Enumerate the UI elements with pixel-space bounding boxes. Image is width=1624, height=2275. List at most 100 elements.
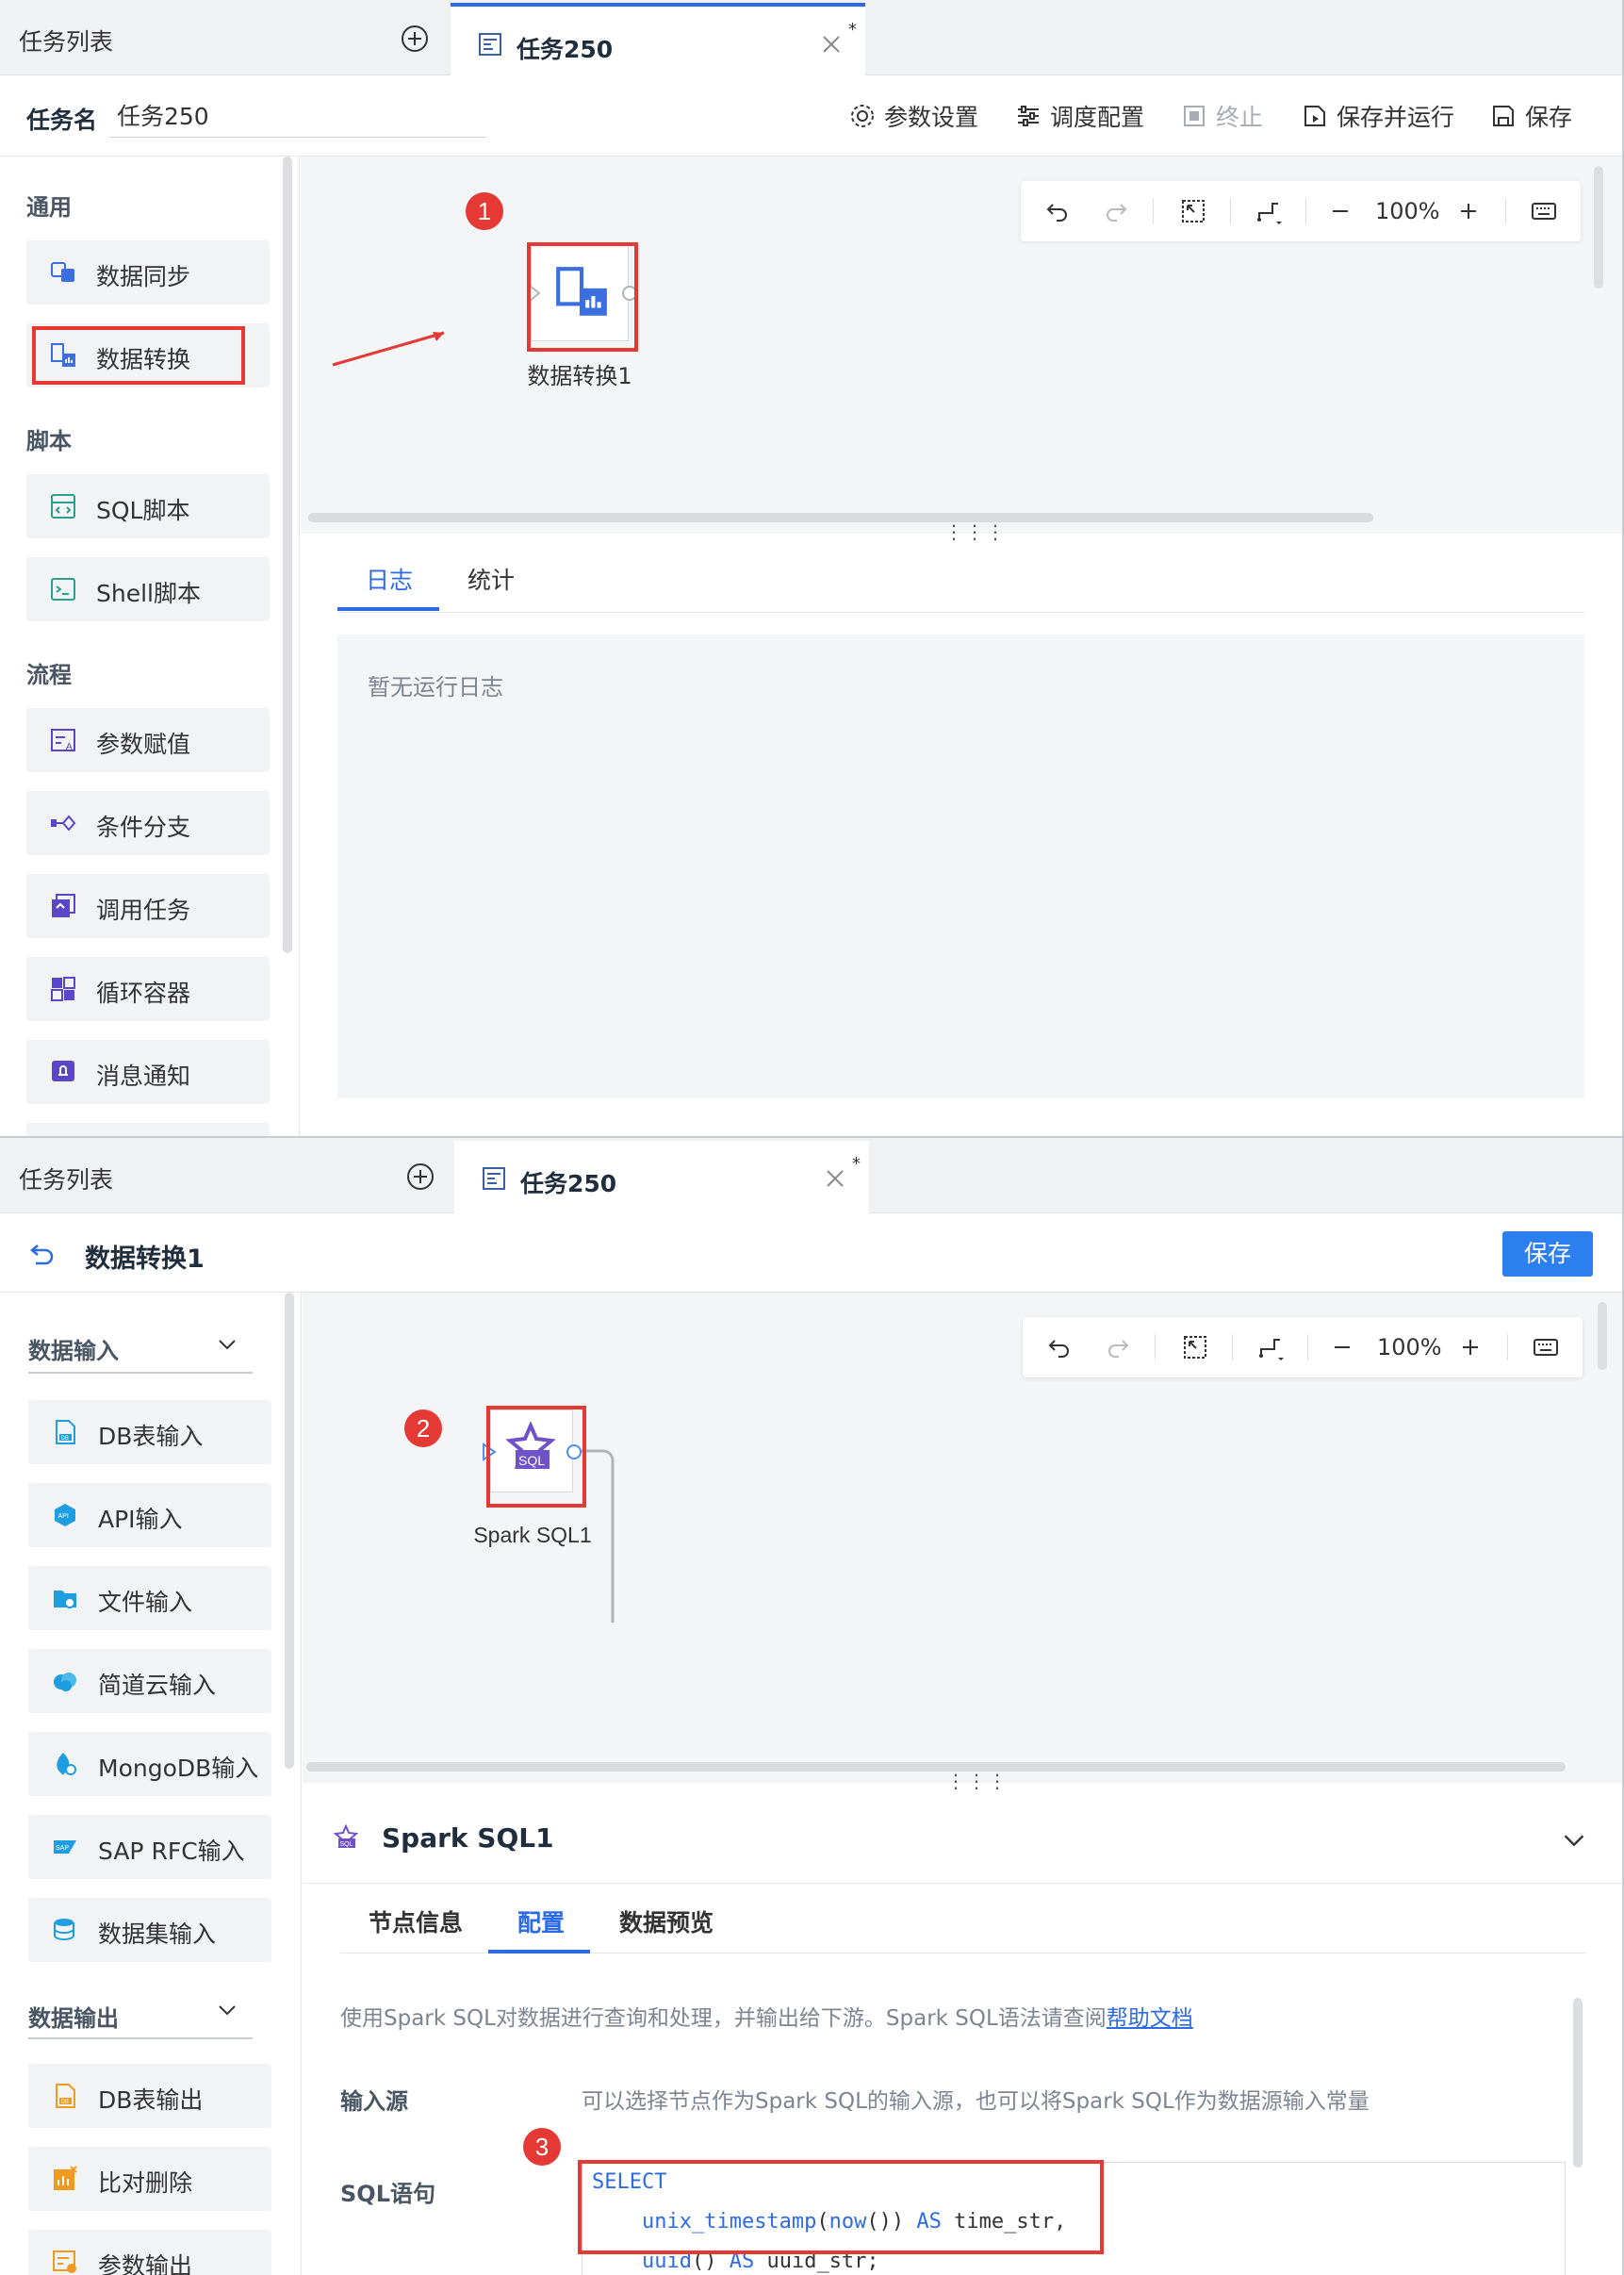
palette-item-param-assign[interactable]: A 参数赋值 — [26, 708, 270, 772]
palette-item-call-task[interactable]: 调用任务 — [26, 874, 270, 938]
chevron-down-icon[interactable] — [217, 2000, 238, 2020]
palette-item-jiandao-input[interactable]: 简道云输入 — [28, 1649, 271, 1713]
close-icon[interactable] — [820, 33, 843, 56]
node-label: Spark SQL1 — [473, 1523, 592, 1547]
schedule-config-button[interactable]: 调度配置 — [1014, 100, 1144, 132]
palette-item-data-sync[interactable]: 数据同步 — [26, 240, 270, 305]
save-button[interactable]: 保存 — [1489, 100, 1572, 132]
active-tab-indicator — [488, 1950, 590, 1954]
tab-strip: 任务列表 任务250 * — [0, 1138, 1622, 1214]
active-tab-indicator — [337, 607, 439, 611]
mongodb-icon — [57, 1753, 76, 1775]
canvas-vscrollbar[interactable] — [1598, 1302, 1607, 1370]
flow-canvas[interactable]: 100% 1 数据转换1 — [301, 157, 1622, 534]
resize-grip[interactable]: ⋮⋮⋮ — [944, 520, 1007, 543]
palette-item-data-transform[interactable]: 数据转换 — [26, 323, 270, 387]
redo-icon[interactable] — [1102, 197, 1130, 225]
canvas-hscrollbar[interactable] — [306, 1762, 1566, 1772]
tab-config[interactable]: 配置 — [517, 1904, 565, 1938]
zoom-out-icon[interactable] — [1328, 1333, 1356, 1361]
sql-label: SQL语句 — [340, 2181, 435, 2207]
chevron-down-icon[interactable] — [217, 1334, 238, 1355]
task-list-label[interactable]: 任务列表 — [19, 1162, 113, 1195]
task-list-label[interactable]: 任务列表 — [19, 24, 113, 58]
chevron-down-icon[interactable] — [1562, 1828, 1586, 1853]
undo-icon[interactable] — [1045, 1333, 1074, 1361]
task-toolbar: 任务名 参数设置 调度配置 终止 保存并运行 保存 — [0, 75, 1622, 157]
back-icon[interactable] — [28, 1240, 57, 1268]
save-button[interactable]: 保存 — [1502, 1231, 1593, 1277]
palette-item-loop-container[interactable]: 循环容器 — [26, 957, 270, 1021]
input-port-icon — [529, 284, 541, 303]
data-transform-icon — [556, 267, 607, 316]
palette-item-param-output[interactable]: 参数输出 — [28, 2230, 271, 2275]
connector-style-icon[interactable] — [1255, 197, 1283, 225]
palette-scrollbar[interactable] — [285, 1293, 294, 1769]
palette-item-api-input[interactable]: API API输入 — [28, 1483, 271, 1547]
palette-item-mongodb-input[interactable]: MongoDB输入 — [28, 1732, 271, 1796]
canvas-hscrollbar[interactable] — [308, 513, 1373, 522]
save-and-run-button[interactable]: 保存并运行 — [1301, 100, 1454, 132]
palette-item-sap-input[interactable]: SAP SAP RFC输入 — [28, 1815, 271, 1879]
palette-item-db-input[interactable]: DB DB表输入 — [28, 1400, 271, 1464]
palette-item-db-output[interactable]: DB DB表输出 — [28, 2064, 271, 2128]
empty-log-text: 暂无运行日志 — [368, 674, 503, 701]
tab-log[interactable]: 日志 — [366, 562, 413, 596]
add-tab-icon[interactable] — [400, 24, 430, 54]
operator-palette: 数据输入 DB DB表输入 API API输入 文件输入 简道云输入 Mongo… — [0, 1293, 302, 2275]
keyboard-icon[interactable] — [1530, 197, 1558, 225]
section-input[interactable]: 数据输入 — [28, 1332, 119, 1365]
editor-header: 数据转换1 保存 — [0, 1213, 1622, 1293]
tab-node-info[interactable]: 节点信息 — [369, 1904, 463, 1938]
spark-sql-node[interactable]: SQL — [483, 1410, 582, 1492]
palette-item-compare-delete[interactable]: 比对删除 — [28, 2147, 271, 2211]
undo-icon[interactable] — [1043, 197, 1072, 225]
redo-icon[interactable] — [1104, 1333, 1132, 1361]
param-settings-button[interactable]: 参数设置 — [848, 100, 978, 132]
tab-data-preview[interactable]: 数据预览 — [619, 1904, 714, 1938]
zoom-in-icon[interactable] — [1456, 1333, 1485, 1361]
resize-grip[interactable]: ⋮⋮⋮ — [946, 1770, 1009, 1792]
palette-item-file-input[interactable]: 文件输入 — [28, 1566, 271, 1630]
connector-style-icon[interactable] — [1256, 1333, 1285, 1361]
palette-item-cond-branch[interactable]: 条件分支 — [26, 791, 270, 855]
palette-item-msg-notify[interactable]: 消息通知 — [26, 1040, 270, 1104]
close-icon[interactable] — [824, 1167, 846, 1190]
keyboard-icon[interactable] — [1532, 1333, 1560, 1361]
zoom-out-icon[interactable] — [1326, 197, 1354, 225]
task-name-input[interactable] — [109, 92, 486, 138]
pointer-arrow — [332, 331, 445, 367]
sap-icon: SAP — [54, 1840, 76, 1854]
sql-editor[interactable]: SELECT unix_timestamp(now()) AS time_str… — [582, 2162, 1566, 2275]
palette-scrollbar[interactable] — [283, 157, 292, 953]
add-tab-icon[interactable] — [405, 1162, 435, 1192]
save-run-icon — [1304, 106, 1325, 126]
palette-item-sql-script[interactable]: SQL脚本 — [26, 474, 270, 538]
db-output-icon: DB — [56, 2084, 75, 2108]
toolbar-divider — [1305, 198, 1306, 224]
section-output[interactable]: 数据输出 — [28, 2000, 119, 2033]
toolbar-divider — [1307, 1334, 1308, 1360]
palette-item-shell-script[interactable]: Shell脚本 — [26, 557, 270, 621]
cloud-icon — [54, 1673, 76, 1691]
help-doc-link[interactable]: 帮助文档 — [1107, 2006, 1193, 2031]
config-scrollbar[interactable] — [1573, 1998, 1583, 2168]
tab-task250[interactable]: 任务250 * — [454, 1141, 869, 1214]
compare-delete-icon — [54, 2166, 77, 2190]
transform-node[interactable] — [529, 243, 637, 341]
config-description: 使用Spark SQL对数据进行查询和处理，并输出给下游。Spark SQL语法… — [340, 2006, 1193, 2031]
zoom-in-icon[interactable] — [1454, 197, 1483, 225]
section-divider — [28, 2037, 253, 2039]
output-port-icon[interactable] — [620, 284, 639, 303]
output-port-icon[interactable] — [565, 1442, 583, 1461]
fit-view-icon[interactable] — [1181, 1333, 1209, 1361]
stop-button[interactable]: 终止 — [1180, 100, 1263, 132]
tab-stats[interactable]: 统计 — [468, 562, 515, 596]
tab-task250[interactable]: 任务250 * — [451, 3, 865, 76]
step-badge-3: 3 — [523, 2128, 561, 2166]
operator-canvas[interactable]: 100% 2 SQL Spark SQL1 — [303, 1293, 1622, 1783]
canvas-vscrollbar[interactable] — [1594, 166, 1603, 288]
palette-item-dataset-input[interactable]: 数据集输入 — [28, 1898, 271, 1962]
toolbar-divider — [1505, 198, 1506, 224]
fit-view-icon[interactable] — [1179, 197, 1207, 225]
